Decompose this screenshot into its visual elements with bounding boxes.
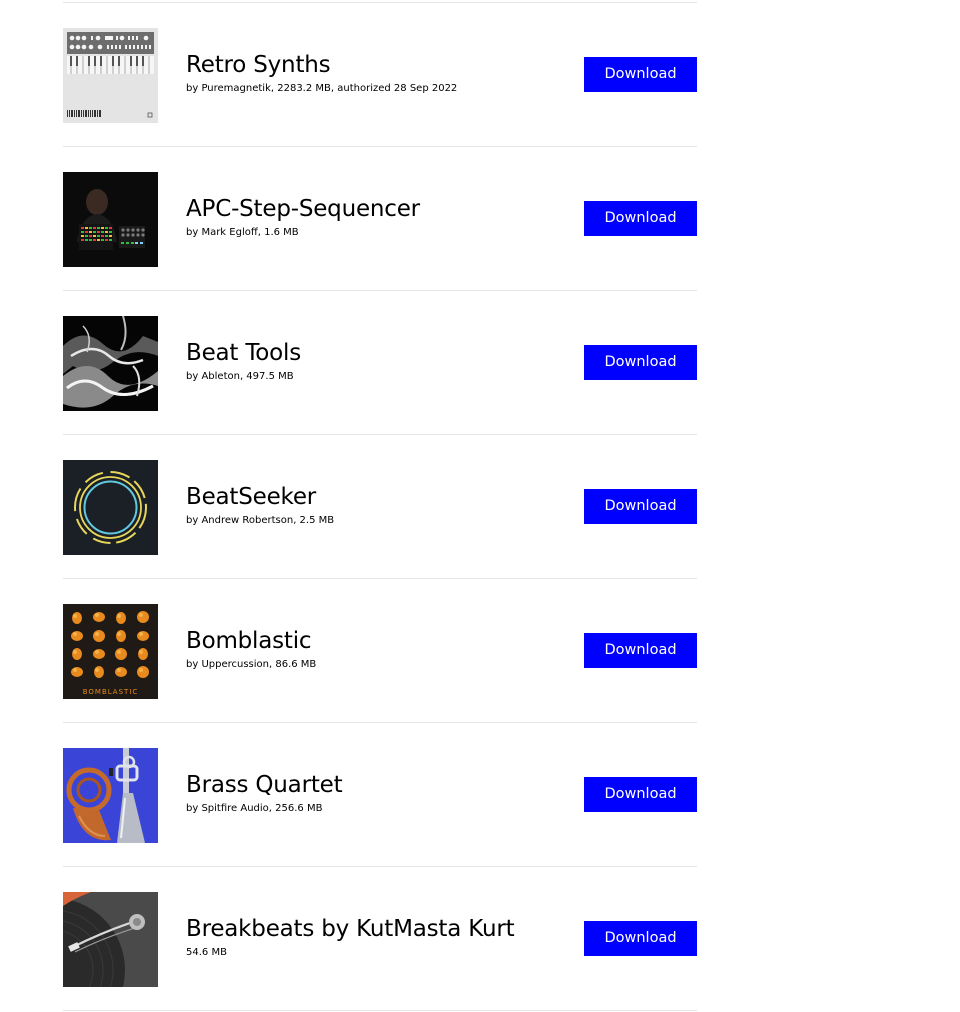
pack-meta: by Spitfire Audio, 256.6 MB xyxy=(186,803,323,814)
list-item: Brass Quartet by Spitfire Audio, 256.6 M… xyxy=(63,723,697,867)
pack-title[interactable]: APC-Step-Sequencer xyxy=(186,194,566,224)
beatseeker-cover xyxy=(63,460,158,555)
download-button[interactable]: Download xyxy=(584,201,697,236)
download-button[interactable]: Download xyxy=(584,57,697,92)
pack-info: BeatSeeker by Andrew Robertson, 2.5 MB xyxy=(186,482,566,528)
pack-title[interactable]: Retro Synths xyxy=(186,50,566,80)
list-item: BeatSeeker by Andrew Robertson, 2.5 MB D… xyxy=(63,435,697,579)
retro-synths-cover xyxy=(63,28,158,123)
beat-tools-cover xyxy=(63,316,158,411)
list-item: Breakbeats by KutMasta Kurt 54.6 MB Down… xyxy=(63,867,697,1011)
pack-title[interactable]: Bomblastic xyxy=(186,626,566,656)
list-item: APC-Step-Sequencer by Mark Egloff, 1.6 M… xyxy=(63,147,697,291)
pack-meta: 54.6 MB xyxy=(186,947,227,958)
list-item: BOMBLASTIC Bomblastic by Uppercussion, 8… xyxy=(63,579,697,723)
download-button[interactable]: Download xyxy=(584,345,697,380)
pack-meta: by Puremagnetik, 2283.2 MB, authorized 2… xyxy=(186,83,458,94)
pack-title[interactable]: Beat Tools xyxy=(186,338,566,368)
pack-info: Bomblastic by Uppercussion, 86.6 MB xyxy=(186,626,566,672)
pack-title[interactable]: BeatSeeker xyxy=(186,482,566,512)
pack-info: Retro Synths by Puremagnetik, 2283.2 MB,… xyxy=(186,50,566,96)
bomblastic-cover: BOMBLASTIC xyxy=(63,604,158,699)
download-button[interactable]: Download xyxy=(584,921,697,956)
apc-step-sequencer-cover xyxy=(63,172,158,267)
pack-info: Breakbeats by KutMasta Kurt 54.6 MB xyxy=(186,914,566,960)
list-item: Beat Tools by Ableton, 497.5 MB Download xyxy=(63,291,697,435)
breakbeats-cover xyxy=(63,892,158,987)
pack-info: Brass Quartet by Spitfire Audio, 256.6 M… xyxy=(186,770,566,816)
pack-meta: by Andrew Robertson, 2.5 MB xyxy=(186,515,335,526)
download-button[interactable]: Download xyxy=(584,489,697,524)
pack-info: Beat Tools by Ableton, 497.5 MB xyxy=(186,338,566,384)
pack-title[interactable]: Breakbeats by KutMasta Kurt xyxy=(186,914,566,944)
pack-meta: by Mark Egloff, 1.6 MB xyxy=(186,227,299,238)
pack-meta: by Ableton, 497.5 MB xyxy=(186,371,294,382)
list-item: Retro Synths by Puremagnetik, 2283.2 MB,… xyxy=(63,3,697,147)
pack-title[interactable]: Brass Quartet xyxy=(186,770,566,800)
pack-info: APC-Step-Sequencer by Mark Egloff, 1.6 M… xyxy=(186,194,566,240)
download-button[interactable]: Download xyxy=(584,777,697,812)
download-button[interactable]: Download xyxy=(584,633,697,668)
bomblastic-cover-text: BOMBLASTIC xyxy=(83,688,139,696)
brass-quartet-cover xyxy=(63,748,158,843)
pack-meta: by Uppercussion, 86.6 MB xyxy=(186,659,317,670)
pack-list: Retro Synths by Puremagnetik, 2283.2 MB,… xyxy=(63,2,697,1011)
